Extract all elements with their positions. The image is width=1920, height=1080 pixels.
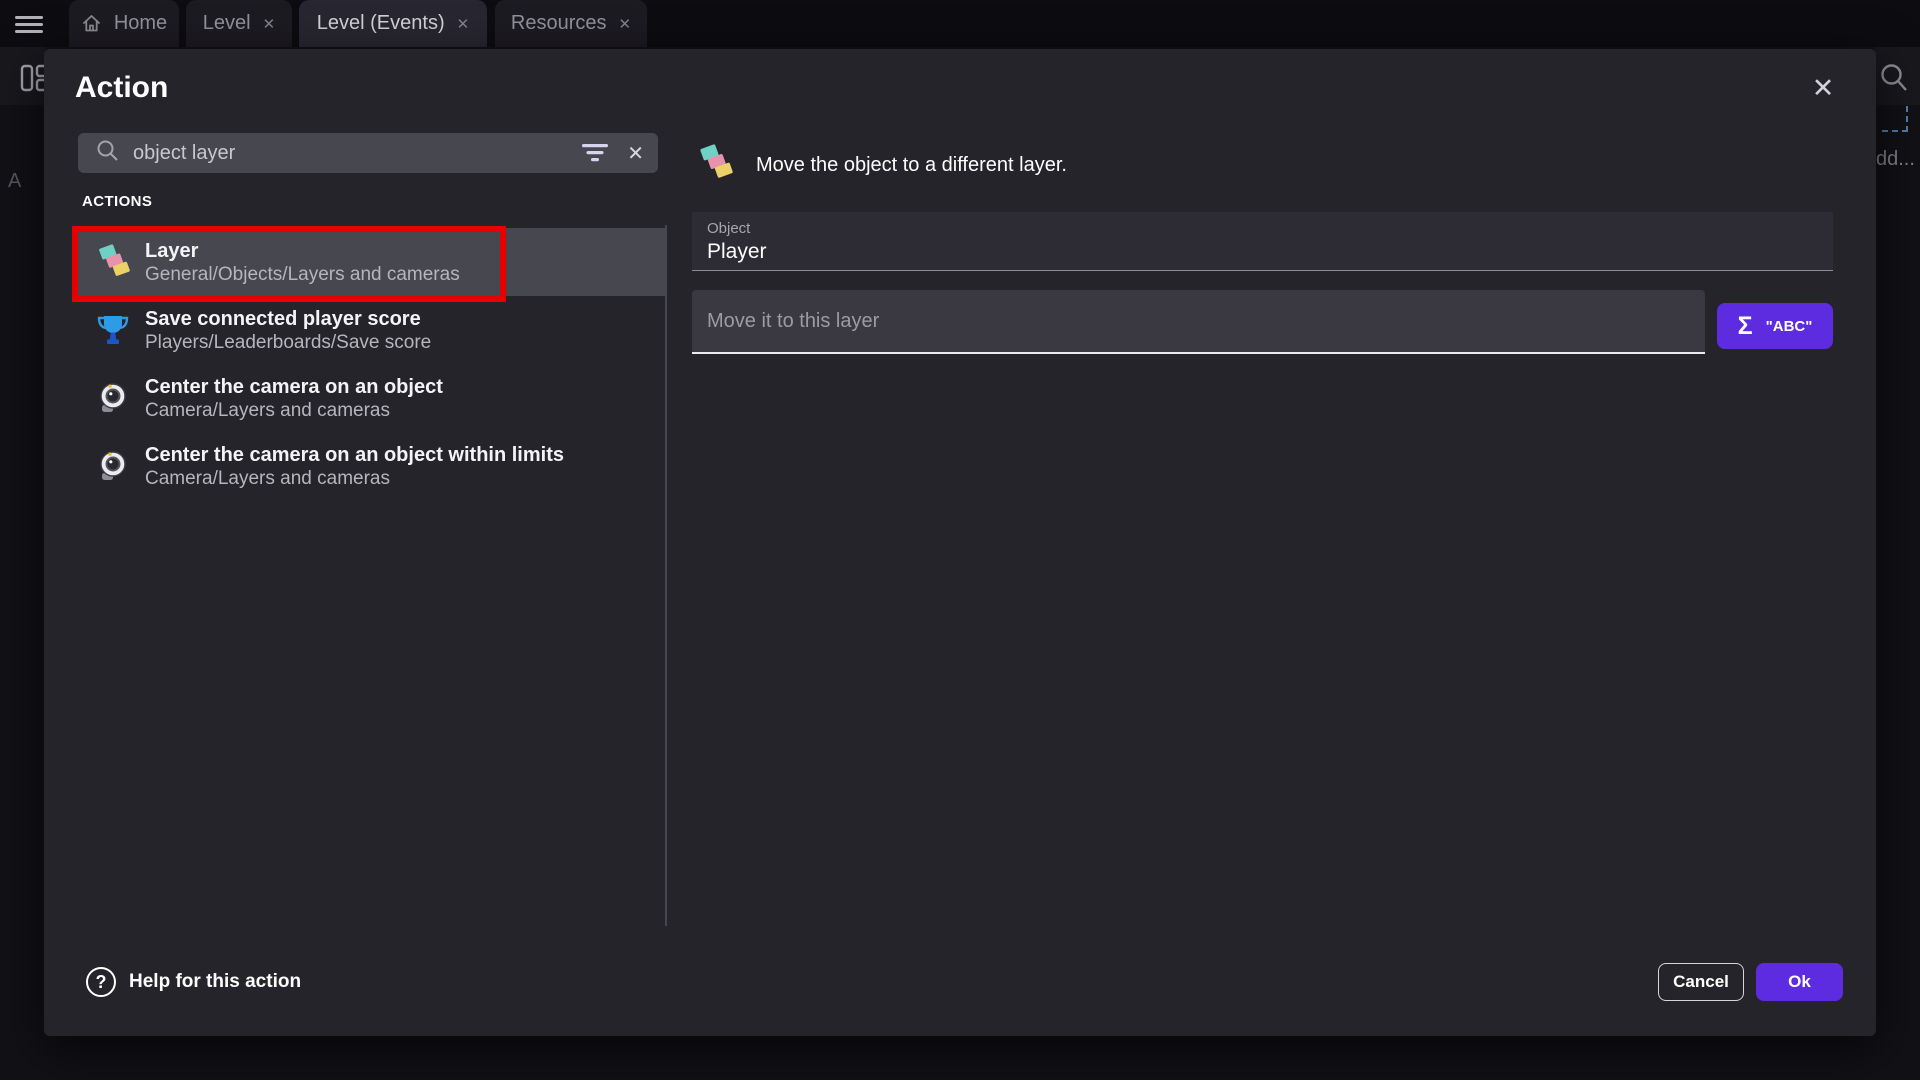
action-title: Center the camera on an object bbox=[145, 375, 443, 399]
tab-resources[interactable]: Resources ✕ bbox=[495, 0, 647, 47]
layer-field[interactable] bbox=[692, 290, 1705, 354]
cancel-button[interactable]: Cancel bbox=[1658, 963, 1744, 1001]
object-field-value: Player bbox=[707, 240, 1833, 264]
search-input[interactable] bbox=[133, 142, 568, 165]
action-path: General/Objects/Layers and cameras bbox=[145, 263, 460, 286]
selection-dashed-outline bbox=[1882, 106, 1908, 132]
layer-input[interactable] bbox=[707, 310, 1705, 333]
expression-editor-button[interactable]: Σ "ABC" bbox=[1717, 303, 1833, 349]
dialog-title: Action bbox=[75, 71, 168, 105]
action-description-row: Move the object to a different layer. bbox=[696, 144, 1067, 187]
action-path: Camera/Layers and cameras bbox=[145, 467, 564, 490]
background-search-icon bbox=[1879, 62, 1909, 99]
tab-level-events[interactable]: Level (Events) ✕ bbox=[299, 0, 487, 47]
panel-divider bbox=[665, 225, 667, 926]
action-path: Players/Leaderboards/Save score bbox=[145, 331, 431, 354]
action-row-center-camera-limits[interactable]: Center the camera on an object within li… bbox=[77, 432, 665, 500]
action-row-center-camera[interactable]: Center the camera on an object Camera/La… bbox=[77, 364, 665, 432]
clear-search-icon[interactable]: ✕ bbox=[623, 141, 644, 166]
trophy-icon bbox=[95, 313, 131, 347]
tab-level[interactable]: Level ✕ bbox=[186, 0, 292, 47]
action-dialog: Action ✕ ✕ ACTIONS bbox=[44, 49, 1876, 1036]
tab-close-icon[interactable]: ✕ bbox=[263, 15, 276, 33]
tab-label: Resources bbox=[511, 12, 607, 35]
object-field[interactable]: Object Player bbox=[692, 212, 1833, 271]
hamburger-menu-icon[interactable] bbox=[15, 16, 43, 33]
layers-icon bbox=[95, 244, 131, 280]
object-field-label: Object bbox=[707, 220, 1833, 237]
help-icon: ? bbox=[86, 967, 116, 997]
action-list: Layer General/Objects/Layers and cameras… bbox=[77, 228, 665, 500]
action-row-save-score[interactable]: Save connected player score Players/Lead… bbox=[77, 296, 665, 364]
help-link[interactable]: ? Help for this action bbox=[86, 963, 301, 1001]
help-label: Help for this action bbox=[129, 971, 301, 993]
filter-icon[interactable] bbox=[582, 144, 609, 163]
camera-icon bbox=[95, 450, 131, 482]
action-search-box[interactable]: ✕ bbox=[78, 133, 658, 173]
background-partial-text: A bbox=[8, 170, 21, 193]
tab-bar: Home Level ✕ Level (Events) ✕ Resources … bbox=[0, 0, 1920, 47]
tab-close-icon[interactable]: ✕ bbox=[619, 15, 632, 33]
tab-label: Level bbox=[203, 12, 251, 35]
home-icon bbox=[81, 13, 102, 34]
action-title: Layer bbox=[145, 239, 460, 263]
action-row-layer[interactable]: Layer General/Objects/Layers and cameras bbox=[77, 228, 665, 296]
camera-icon bbox=[95, 382, 131, 414]
action-description: Move the object to a different layer. bbox=[756, 154, 1067, 177]
search-icon bbox=[96, 139, 119, 167]
tab-label: Home bbox=[114, 12, 167, 35]
tab-close-icon[interactable]: ✕ bbox=[457, 15, 470, 33]
expression-type-label: "ABC" bbox=[1766, 318, 1813, 335]
background-truncated-text: dd... bbox=[1876, 148, 1915, 171]
actions-section-header: ACTIONS bbox=[82, 193, 152, 210]
layers-icon bbox=[696, 144, 734, 187]
action-path: Camera/Layers and cameras bbox=[145, 399, 443, 422]
action-title: Save connected player score bbox=[145, 307, 431, 331]
tab-label: Level (Events) bbox=[317, 12, 445, 35]
ok-button[interactable]: Ok bbox=[1756, 963, 1843, 1001]
app-root: Home Level ✕ Level (Events) ✕ Resources … bbox=[0, 0, 1920, 1080]
sigma-icon: Σ bbox=[1738, 314, 1753, 339]
dialog-close-icon[interactable]: ✕ bbox=[1800, 65, 1846, 111]
tab-home[interactable]: Home bbox=[69, 0, 179, 47]
action-title: Center the camera on an object within li… bbox=[145, 443, 564, 467]
